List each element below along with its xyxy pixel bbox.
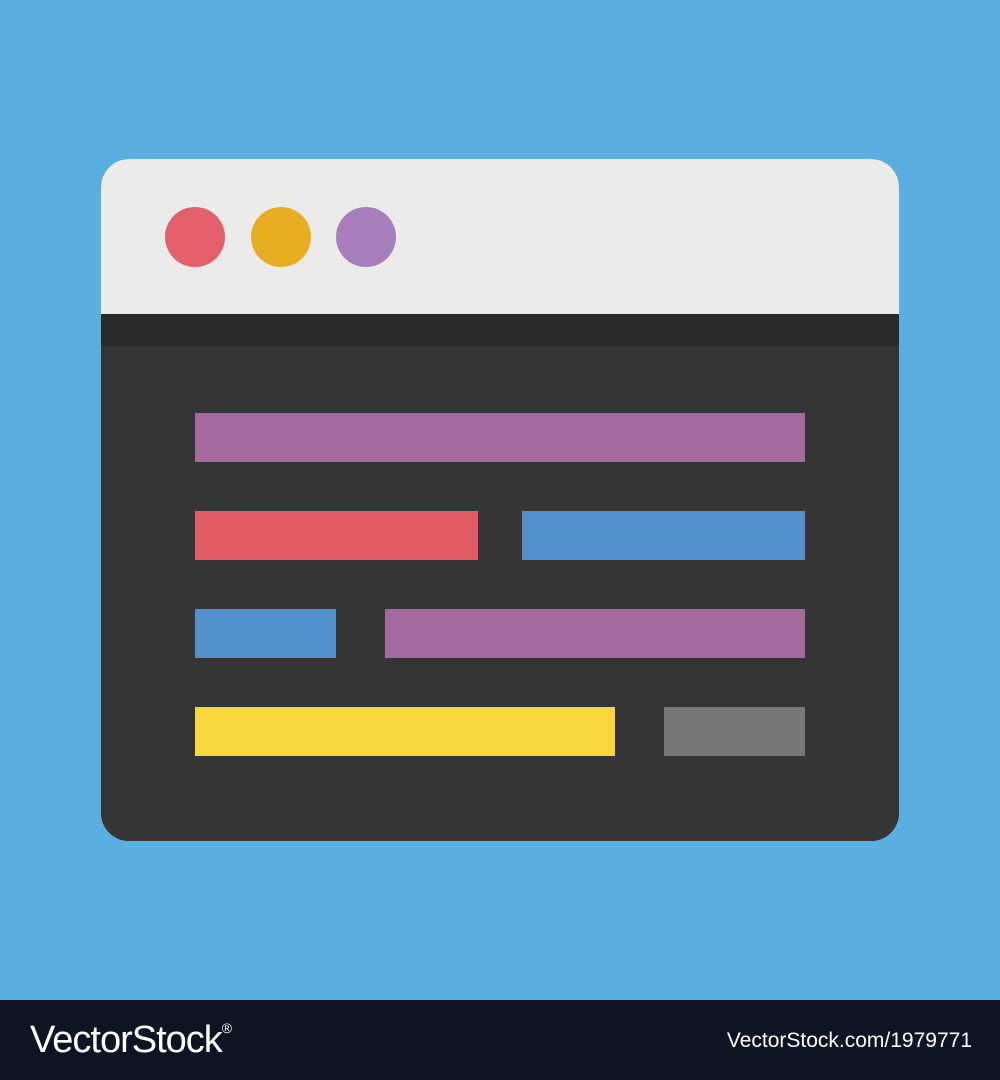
code-line-2b bbox=[522, 511, 805, 560]
code-line-4b bbox=[664, 707, 805, 756]
window-toolbar-strip bbox=[101, 314, 899, 346]
code-line-3a bbox=[195, 609, 336, 658]
window-content bbox=[101, 346, 899, 841]
code-line-1 bbox=[195, 413, 805, 462]
browser-window-illustration bbox=[101, 159, 899, 841]
brand-name: VectorStock bbox=[30, 1019, 223, 1061]
red-dot-icon bbox=[165, 207, 225, 267]
purple-dot-icon bbox=[336, 207, 396, 267]
registered-mark: ® bbox=[221, 1020, 233, 1036]
code-line-3b bbox=[385, 609, 805, 658]
watermark-footer: VectorStock® VectorStock.com/1979771 bbox=[0, 1000, 1000, 1080]
code-line-4a bbox=[195, 707, 615, 756]
window-titlebar bbox=[101, 159, 899, 314]
image-id: VectorStock.com/1979771 bbox=[726, 1029, 972, 1052]
brand-logo: VectorStock® bbox=[30, 1018, 232, 1062]
code-line-2a bbox=[195, 511, 478, 560]
yellow-dot-icon bbox=[251, 207, 311, 267]
